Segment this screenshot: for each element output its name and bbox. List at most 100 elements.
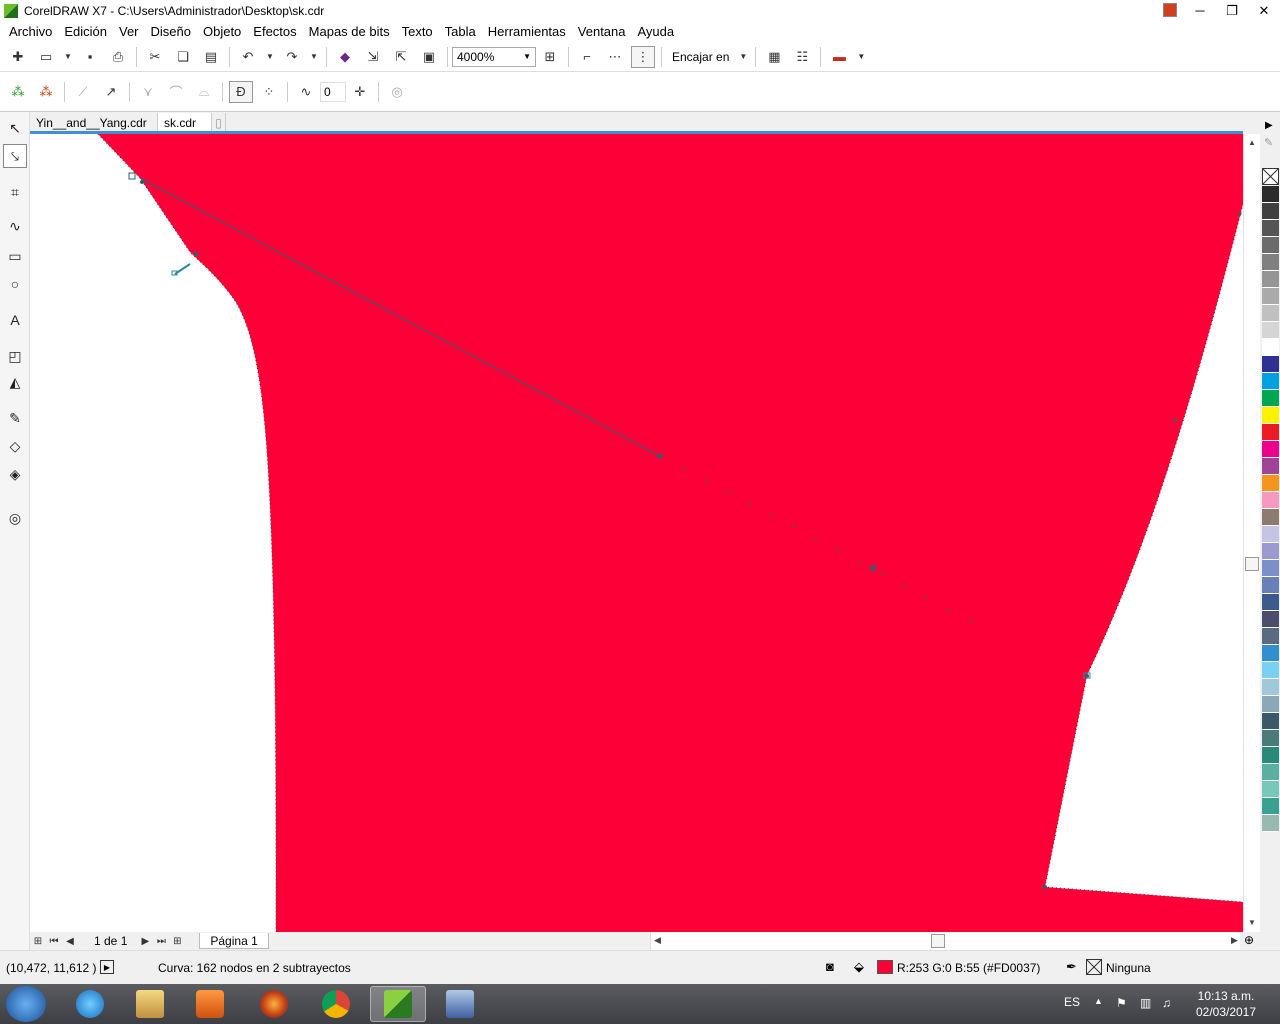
cusp-node-icon[interactable]: ⋎: [136, 81, 160, 103]
add-page-after-icon[interactable]: ⊞: [169, 936, 185, 947]
menu-ver[interactable]: Ver: [113, 24, 145, 39]
palette-swatch[interactable]: [1262, 679, 1279, 696]
previous-page-icon[interactable]: ◀: [62, 936, 78, 947]
paste-icon[interactable]: ▤: [199, 46, 223, 68]
add-page-before-icon[interactable]: ⊞: [30, 936, 46, 947]
palette-swatch[interactable]: [1262, 390, 1279, 407]
reverse-direction-icon[interactable]: Ɖ: [229, 80, 253, 103]
node-handle[interactable]: [128, 172, 136, 180]
palette-swatch[interactable]: [1262, 594, 1279, 611]
palette-swatch[interactable]: [1262, 696, 1279, 713]
convert-to-curve-icon[interactable]: ↗: [99, 81, 123, 103]
palette-swatch[interactable]: [1262, 356, 1279, 373]
menu-efectos[interactable]: Efectos: [247, 24, 302, 39]
palette-swatch[interactable]: [1262, 203, 1279, 220]
palette-swatch[interactable]: [1262, 543, 1279, 560]
node[interactable]: [1173, 418, 1177, 422]
publish-pdf-icon[interactable]: ▣: [417, 46, 441, 68]
snap-to-menu[interactable]: Encajar en: [672, 50, 729, 64]
pick-tool-icon[interactable]: ↖: [3, 116, 27, 140]
palette-swatch[interactable]: [1262, 441, 1279, 458]
welcome-screen-icon[interactable]: ▦: [762, 46, 786, 68]
menu-herramientas[interactable]: Herramientas: [482, 24, 572, 39]
palette-swatch[interactable]: [1262, 458, 1279, 475]
taskbar-coreldraw[interactable]: [370, 986, 426, 1022]
menu-ayuda[interactable]: Ayuda: [632, 24, 681, 39]
symmetrical-node-icon[interactable]: ⌓: [192, 81, 216, 103]
transparency-tool-icon[interactable]: ◭: [3, 370, 27, 394]
interactive-fill-tool-icon[interactable]: ◇: [3, 434, 27, 458]
palette-swatch[interactable]: [1262, 339, 1279, 356]
palette-swatch[interactable]: [1262, 288, 1279, 305]
new-document-icon[interactable]: ✚: [6, 46, 30, 68]
next-page-icon[interactable]: ▶: [137, 936, 153, 947]
network-icon[interactable]: ▥: [1140, 996, 1151, 1010]
taskbar-media-player[interactable]: [182, 986, 238, 1022]
palette-swatch[interactable]: [1262, 611, 1279, 628]
palette-swatch[interactable]: [1262, 424, 1279, 441]
text-tool-icon[interactable]: A: [3, 308, 27, 332]
node[interactable]: [870, 565, 876, 571]
smoothness-input[interactable]: 0: [320, 81, 346, 102]
redo-dropdown-icon[interactable]: ▼: [308, 46, 320, 68]
red-curve-shape[interactable]: [98, 134, 1243, 932]
palette-swatch[interactable]: [1262, 560, 1279, 577]
palette-swatch[interactable]: [1262, 798, 1279, 815]
scroll-up-icon[interactable]: ▲: [1248, 138, 1256, 147]
palette-swatch[interactable]: [1262, 373, 1279, 390]
crop-tool-icon[interactable]: ⌗: [3, 180, 27, 204]
print-icon[interactable]: ⎙: [106, 46, 130, 68]
redo-icon[interactable]: ↷: [280, 46, 304, 68]
page-tab[interactable]: Página 1: [199, 933, 269, 949]
node[interactable]: [140, 180, 144, 184]
convert-to-line-icon[interactable]: ⟋: [71, 81, 95, 103]
palette-swatch[interactable]: [1262, 254, 1279, 271]
zoom-navigator-icon[interactable]: ⊕: [1244, 933, 1254, 947]
undo-dropdown-icon[interactable]: ▼: [264, 46, 276, 68]
grid-icon[interactable]: ⋯: [603, 46, 627, 68]
fill-bucket-icon[interactable]: ⬙: [854, 959, 864, 975]
palette-swatch[interactable]: [1262, 475, 1279, 492]
options-icon[interactable]: ☷: [790, 46, 814, 68]
select-all-nodes-icon[interactable]: ◎: [385, 81, 409, 103]
copy-icon[interactable]: ❏: [171, 46, 195, 68]
vertical-scrollbar[interactable]: ▲ ▼: [1243, 134, 1260, 932]
vertical-scroll-thumb[interactable]: [1245, 557, 1259, 571]
zoom-tool-icon[interactable]: ∿: [3, 214, 27, 238]
language-indicator[interactable]: ES: [1064, 995, 1080, 1009]
node[interactable]: [1085, 674, 1089, 678]
palette-swatch[interactable]: [1262, 662, 1279, 679]
show-hidden-icons-icon[interactable]: ▲: [1094, 996, 1103, 1006]
menu-tabla[interactable]: Tabla: [439, 24, 482, 39]
node[interactable]: [657, 453, 663, 459]
palette-swatch[interactable]: [1262, 577, 1279, 594]
palette-swatch[interactable]: [1262, 492, 1279, 509]
outline-none-swatch[interactable]: [1086, 959, 1102, 975]
guidelines-icon[interactable]: ⋮: [631, 45, 655, 68]
smart-fill-tool-icon[interactable]: ◈: [3, 462, 27, 486]
palette-swatch[interactable]: [1262, 747, 1279, 764]
action-center-flag-icon[interactable]: ⚑: [1116, 996, 1127, 1010]
no-color-swatch[interactable]: [1262, 168, 1279, 185]
taskbar-corel-app[interactable]: [432, 986, 488, 1022]
taskbar-internet-explorer[interactable]: [62, 986, 118, 1022]
menu-texto[interactable]: Texto: [396, 24, 439, 39]
menu-ventana[interactable]: Ventana: [572, 24, 632, 39]
new-tab-icon[interactable]: ▯: [212, 113, 226, 132]
application-launcher-icon[interactable]: ▬: [827, 46, 851, 68]
menu-objeto[interactable]: Objeto: [197, 24, 247, 39]
last-page-icon[interactable]: ⏭: [153, 936, 169, 947]
zoom-level-select[interactable]: 4000% ▼: [452, 46, 536, 67]
open-folder-icon[interactable]: ▭: [34, 46, 58, 68]
start-button-icon[interactable]: [6, 986, 46, 1022]
rectangle-tool-icon[interactable]: ▭: [3, 244, 27, 268]
volume-icon[interactable]: ♫: [1162, 996, 1171, 1010]
palette-scroll-up-icon[interactable]: ▶: [1265, 120, 1273, 131]
undo-icon[interactable]: ↶: [236, 46, 260, 68]
shape-tool-icon[interactable]: ⤥: [3, 144, 27, 168]
rulers-icon[interactable]: ⌐: [575, 46, 599, 68]
close-button[interactable]: ✕: [1248, 0, 1280, 21]
drawing-canvas[interactable]: [30, 134, 1243, 932]
smoothness-slider-icon[interactable]: ✛: [348, 81, 372, 103]
first-page-icon[interactable]: ⏮: [46, 936, 62, 947]
